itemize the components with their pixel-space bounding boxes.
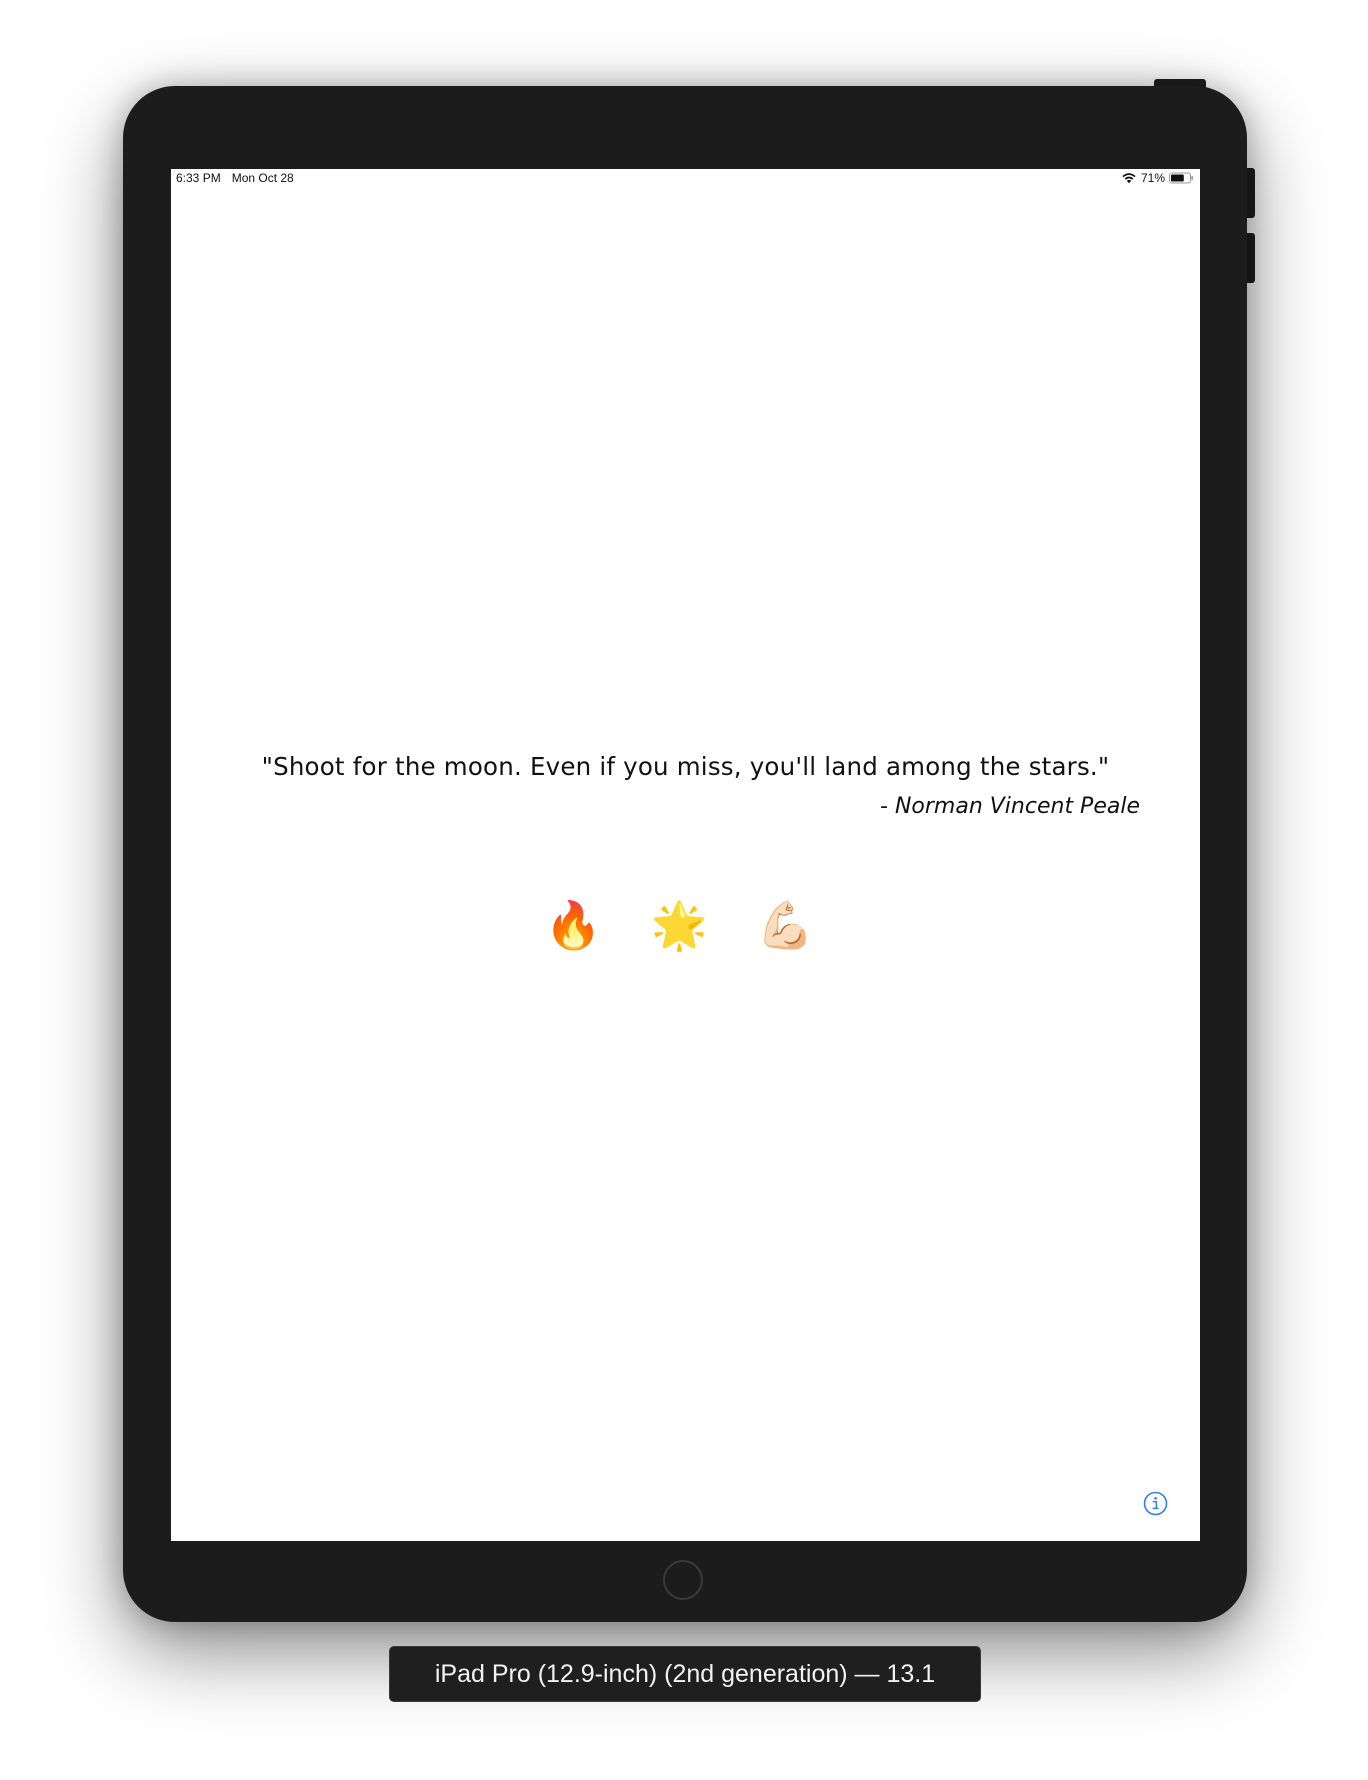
home-button[interactable] bbox=[663, 1560, 703, 1600]
info-icon[interactable] bbox=[1143, 1491, 1168, 1516]
emoji-row: 🔥 🌟 💪🏻 bbox=[171, 902, 1200, 948]
status-bar: 6:33 PM Mon Oct 28 71% bbox=[171, 169, 1200, 189]
quote-text: "Shoot for the moon. Even if you miss, y… bbox=[261, 752, 1110, 781]
volume-down-button bbox=[1246, 233, 1255, 283]
status-date: Mon Oct 28 bbox=[231, 171, 294, 185]
status-left: 6:33 PM Mon Oct 28 bbox=[176, 171, 294, 185]
simulator-window: 6:33 PM Mon Oct 28 71% "Shoot for the mo… bbox=[0, 0, 1368, 1780]
battery-icon bbox=[1169, 172, 1193, 184]
quote-author: - Norman Vincent Peale bbox=[880, 794, 1140, 819]
wifi-icon bbox=[1122, 173, 1136, 184]
glowing-star-emoji: 🌟 bbox=[650, 899, 721, 951]
fire-emoji: 🔥 bbox=[544, 899, 615, 951]
battery-percent: 71% bbox=[1140, 171, 1165, 185]
volume-up-button bbox=[1246, 168, 1255, 218]
status-right: 71% bbox=[1121, 171, 1194, 185]
flexed-biceps-emoji: 💪🏻 bbox=[756, 899, 827, 951]
device-caption: iPad Pro (12.9-inch) (2nd generation) — … bbox=[389, 1646, 981, 1702]
ipad-screen: 6:33 PM Mon Oct 28 71% "Shoot for the mo… bbox=[171, 169, 1200, 1541]
status-time: 6:33 PM bbox=[176, 171, 221, 185]
